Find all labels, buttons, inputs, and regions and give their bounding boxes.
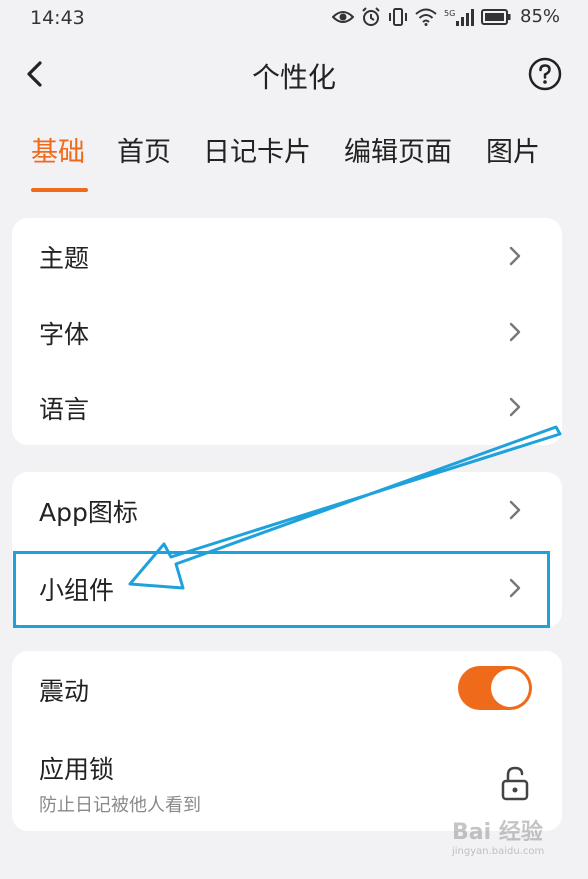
eye-icon <box>332 10 354 23</box>
setting-row-font[interactable]: 字体 <box>12 294 562 370</box>
chevron-right-icon <box>509 578 521 598</box>
setting-row-app-icon[interactable]: App图标 <box>12 472 562 548</box>
tab-diary-card[interactable]: 日记卡片 <box>203 130 311 169</box>
help-button[interactable] <box>528 57 562 91</box>
tab-images[interactable]: 图片 <box>486 130 540 169</box>
chevron-right-icon <box>509 246 521 266</box>
setting-label: App图标 <box>39 498 138 527</box>
status-bar: 14:43 5G 85% <box>0 0 588 38</box>
setting-label: 应用锁 <box>39 755 115 784</box>
chevron-right-icon <box>509 500 521 520</box>
setting-label: 主题 <box>39 244 90 273</box>
vibrate-icon <box>389 7 407 26</box>
setting-description: 防止日记被他人看到 <box>39 795 201 816</box>
category-tabs: 基础 首页 日记卡片 编辑页面 图片 <box>0 126 588 196</box>
page-title: 个性化 <box>251 61 336 94</box>
battery-icon <box>481 8 511 25</box>
tab-edit-page[interactable]: 编辑页面 <box>344 130 452 169</box>
tab-home[interactable]: 首页 <box>117 130 171 169</box>
chevron-left-icon <box>27 61 42 87</box>
icon-settings-card: App图标 小组件 <box>12 472 562 628</box>
vibration-toggle[interactable] <box>458 666 532 710</box>
app-header: 个性化 <box>0 44 588 104</box>
active-tab-indicator <box>31 188 88 192</box>
setting-label: 震动 <box>39 677 90 706</box>
tab-basic[interactable]: 基础 <box>31 130 85 169</box>
setting-label: 字体 <box>39 320 90 349</box>
lock-open-icon[interactable] <box>500 765 530 801</box>
signal-icon: 5G <box>444 8 474 26</box>
setting-row-theme[interactable]: 主题 <box>12 218 562 294</box>
watermark-sub: jingyan.baidu.com <box>452 846 545 857</box>
basic-settings-card: 主题 字体 语言 <box>12 218 562 445</box>
chevron-right-icon <box>509 397 521 417</box>
toggle-knob <box>491 669 529 707</box>
status-icons: 5G 85% <box>332 6 560 27</box>
network-label: 5G <box>444 9 455 18</box>
chevron-right-icon <box>509 322 521 342</box>
status-time: 14:43 <box>30 7 85 29</box>
wifi-icon <box>415 8 437 26</box>
watermark: Bai 经验 <box>452 820 543 845</box>
setting-row-vibration: 震动 <box>12 651 562 727</box>
battery-percent: 85% <box>520 6 561 27</box>
back-button[interactable] <box>18 54 58 94</box>
question-circle-icon <box>528 57 562 91</box>
setting-label: 小组件 <box>39 576 115 605</box>
setting-row-widget[interactable]: 小组件 <box>12 550 562 626</box>
setting-row-language[interactable]: 语言 <box>12 369 562 445</box>
other-settings-card: 震动 应用锁 防止日记被他人看到 <box>12 651 562 831</box>
alarm-icon <box>362 6 380 26</box>
setting-label: 语言 <box>39 395 90 424</box>
